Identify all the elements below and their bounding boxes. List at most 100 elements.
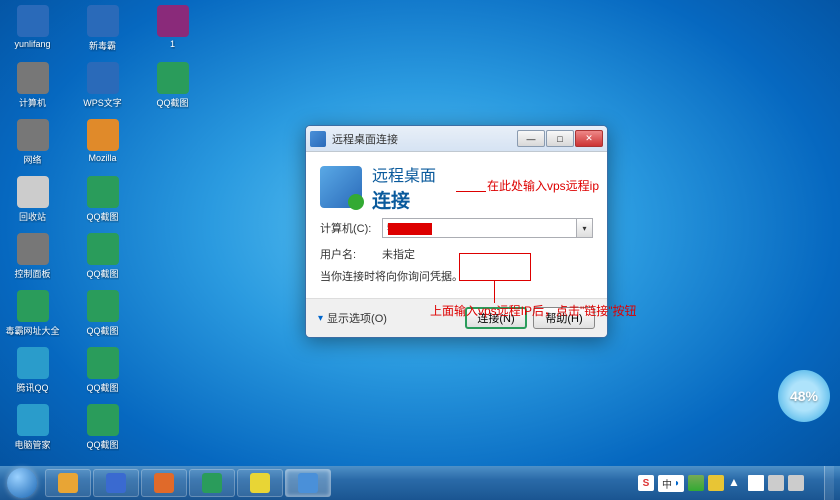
app-icon <box>17 290 49 322</box>
tray-volume-icon[interactable] <box>788 475 804 491</box>
desktop-icon[interactable]: 电脑管家 <box>5 404 60 459</box>
desktop-icon[interactable]: 回收站 <box>5 176 60 231</box>
icon-label: 控制面板 <box>14 267 50 280</box>
desktop-icon[interactable]: Mozilla <box>75 119 130 174</box>
app-icon <box>87 290 119 322</box>
system-tray: S 中◗ ▲ <box>632 466 840 500</box>
desktop-icon[interactable]: QQ截图 <box>75 233 130 288</box>
app-icon <box>87 119 119 151</box>
app-icon <box>17 233 49 265</box>
desktop-icon[interactable]: WPS文字 <box>75 62 130 117</box>
app-icon <box>17 176 49 208</box>
taskbar-app[interactable] <box>285 469 331 497</box>
desktop-icon[interactable]: 1 <box>145 5 200 60</box>
icon-label: Mozilla <box>88 153 116 163</box>
desktop-icon[interactable]: QQ截图 <box>75 347 130 402</box>
maximize-button[interactable]: □ <box>546 130 574 147</box>
annotation-line1 <box>456 191 486 192</box>
icon-label: QQ截图 <box>86 381 118 394</box>
desktop-icon[interactable]: QQ截图 <box>75 176 130 231</box>
app-icon <box>157 5 189 37</box>
desktop-icon[interactable]: 控制面板 <box>5 233 60 288</box>
icon-label: WPS文字 <box>83 96 122 109</box>
rdc-icon <box>310 131 326 147</box>
annotation-connect: 上面输入vps远程IP后，点击"链接"按钮 <box>430 302 637 319</box>
show-desktop-button[interactable] <box>824 466 834 500</box>
icon-label: 腾讯QQ <box>16 381 48 394</box>
options-label: 显示选项(O) <box>327 310 387 326</box>
computer-row: 计算机(C): ▾ <box>320 218 593 238</box>
icon-label: 1 <box>170 39 175 49</box>
app-icon <box>17 62 49 94</box>
tray-shield-icon[interactable] <box>688 475 704 491</box>
icon-label: yunlifang <box>14 39 50 49</box>
desktop-icon[interactable]: yunlifang <box>5 5 60 60</box>
computer-label: 计算机(C): <box>320 220 382 236</box>
app-icon <box>17 347 49 379</box>
start-button[interactable] <box>0 466 44 500</box>
desktop-icon[interactable]: QQ截图 <box>75 404 130 459</box>
user-row: 用户名: 未指定 <box>320 246 593 262</box>
taskbar: S 中◗ ▲ <box>0 466 840 500</box>
icon-label: 电脑管家 <box>14 438 50 451</box>
desktop-icon[interactable]: 网络 <box>5 119 60 174</box>
computer-dropdown[interactable]: ▾ <box>577 218 593 238</box>
window-title: 远程桌面连接 <box>332 131 517 147</box>
app-icon <box>87 62 119 94</box>
speedup-gauge[interactable]: 48% <box>778 370 830 422</box>
desktop-icon[interactable]: 新毒霸 <box>75 5 130 60</box>
icon-label: 计算机 <box>19 96 46 109</box>
taskbar-app[interactable] <box>93 469 139 497</box>
titlebar[interactable]: 远程桌面连接 — □ ✕ <box>306 126 607 152</box>
app-icon <box>58 473 78 493</box>
taskbar-app[interactable] <box>45 469 91 497</box>
app-icon <box>250 473 270 493</box>
icon-label: QQ截图 <box>156 96 188 109</box>
desktop-icon[interactable]: 腾讯QQ <box>5 347 60 402</box>
desktop-icon[interactable]: 计算机 <box>5 62 60 117</box>
taskbar-app[interactable] <box>189 469 235 497</box>
user-value: 未指定 <box>382 246 415 262</box>
tray-shield2-icon[interactable] <box>708 475 724 491</box>
icon-label: QQ截图 <box>86 324 118 337</box>
taskbar-app[interactable] <box>237 469 283 497</box>
tray-flag-icon[interactable] <box>748 475 764 491</box>
app-icon <box>157 62 189 94</box>
app-icon <box>202 473 222 493</box>
tray-expand-icon[interactable]: ▲ <box>728 475 744 491</box>
app-icon <box>17 119 49 151</box>
app-icon <box>298 473 318 493</box>
icon-label: QQ截图 <box>86 438 118 451</box>
icon-label: 回收站 <box>19 210 46 223</box>
icon-label: QQ截图 <box>86 210 118 223</box>
ime-indicator[interactable]: S <box>638 475 654 491</box>
tray-network-icon[interactable] <box>768 475 784 491</box>
minimize-button[interactable]: — <box>517 130 545 147</box>
chevron-down-icon: ▾ <box>318 313 323 324</box>
language-indicator[interactable]: 中◗ <box>658 475 684 492</box>
desktop: yunlifang 计算机网络回收站控制面板毒霸网址大全腾讯QQ 电脑管家 新毒霸 WP… <box>0 0 840 500</box>
windows-orb-icon <box>7 468 37 498</box>
icon-label: QQ截图 <box>86 267 118 280</box>
app-icon <box>87 347 119 379</box>
icon-label: 毒霸网址大全 <box>5 324 59 337</box>
desktop-icon[interactable]: QQ截图 <box>145 62 200 117</box>
app-icon <box>154 473 174 493</box>
close-button[interactable]: ✕ <box>575 130 603 147</box>
show-options-toggle[interactable]: ▾ 显示选项(O) <box>318 310 387 326</box>
taskbar-app[interactable] <box>141 469 187 497</box>
desktop-icon-grid: yunlifang 计算机网络回收站控制面板毒霸网址大全腾讯QQ 电脑管家 新毒霸 WP… <box>5 5 205 460</box>
brand-icon <box>320 166 362 208</box>
hint-text: 当你连接时将向你询问凭据。 <box>320 268 463 284</box>
desktop-icon[interactable]: QQ截图 <box>75 290 130 345</box>
desktop-icon[interactable]: 毒霸网址大全 <box>5 290 60 345</box>
app-icon <box>17 5 49 37</box>
app-icon <box>87 404 119 436</box>
app-icon <box>106 473 126 493</box>
window-buttons: — □ ✕ <box>517 130 603 147</box>
app-icon <box>87 233 119 265</box>
app-name: 远程桌面 <box>372 162 436 186</box>
annotation-input: 在此处输入vps远程ip <box>487 177 599 194</box>
annotation-line2 <box>494 281 495 303</box>
icon-label: 新毒霸 <box>89 39 116 52</box>
